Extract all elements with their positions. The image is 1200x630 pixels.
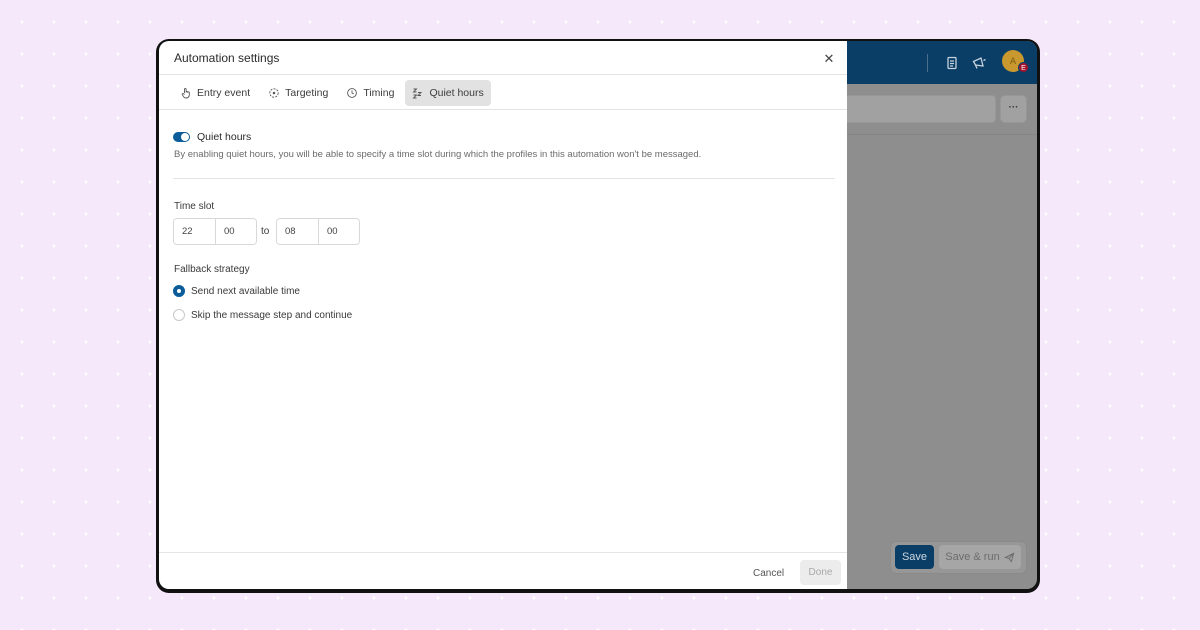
background-divider bbox=[845, 134, 1037, 135]
tab-quiet-hours[interactable]: Quiet hours bbox=[405, 80, 491, 106]
clock-icon bbox=[347, 88, 358, 98]
save-and-run-button[interactable]: Save & run bbox=[939, 545, 1021, 569]
tab-label: Quiet hours bbox=[429, 87, 484, 99]
close-icon[interactable]: ✕ bbox=[821, 52, 837, 68]
tab-entry-event[interactable]: Entry event bbox=[173, 80, 257, 106]
radio-button[interactable] bbox=[173, 309, 185, 321]
avatar-badge: E bbox=[1018, 62, 1029, 73]
zzz-icon bbox=[412, 88, 423, 99]
radio-label: Skip the message step and continue bbox=[191, 309, 353, 321]
automation-settings-modal: Automation settings ✕ Entry event Target… bbox=[159, 41, 847, 589]
radio-button[interactable] bbox=[173, 285, 185, 297]
footer-divider bbox=[159, 552, 847, 553]
app-window: A E ··· Save Save & run Automation setti… bbox=[159, 41, 1037, 589]
tab-label: Targeting bbox=[285, 87, 329, 99]
document-icon[interactable] bbox=[943, 54, 961, 72]
end-time-group bbox=[276, 218, 360, 245]
save-button[interactable]: Save bbox=[895, 545, 934, 569]
fallback-option-skip[interactable]: Skip the message step and continue bbox=[173, 309, 352, 321]
tab-targeting[interactable]: Targeting bbox=[261, 80, 335, 106]
time-separator: to bbox=[261, 226, 270, 237]
cancel-button[interactable]: Cancel bbox=[747, 562, 790, 586]
megaphone-icon[interactable] bbox=[970, 54, 988, 72]
quiet-hours-description: By enabling quiet hours, you will be abl… bbox=[174, 149, 702, 160]
hand-pointer-icon bbox=[181, 87, 190, 99]
modal-title: Automation settings bbox=[174, 51, 280, 65]
time-slot-label: Time slot bbox=[174, 201, 215, 212]
section-divider bbox=[173, 178, 835, 179]
quiet-hours-toggle[interactable] bbox=[173, 132, 190, 142]
crosshair-icon bbox=[269, 88, 279, 98]
radio-label: Send next available time bbox=[191, 285, 300, 297]
tab-label: Entry event bbox=[197, 87, 251, 99]
done-button[interactable]: Done bbox=[800, 560, 841, 585]
device-frame: A E ··· Save Save & run Automation setti… bbox=[156, 39, 1040, 593]
tabs-divider bbox=[159, 109, 847, 110]
start-hour-input[interactable] bbox=[174, 219, 215, 244]
more-options-button[interactable]: ··· bbox=[1000, 95, 1027, 123]
fallback-option-send-next[interactable]: Send next available time bbox=[173, 285, 300, 297]
quiet-hours-toggle-row: Quiet hours bbox=[173, 131, 251, 143]
header-separator bbox=[927, 54, 928, 72]
tab-timing[interactable]: Timing bbox=[339, 80, 401, 106]
end-hour-input[interactable] bbox=[277, 219, 318, 244]
end-minute-input[interactable] bbox=[318, 219, 359, 244]
fallback-strategy-label: Fallback strategy bbox=[174, 264, 250, 275]
start-time-group bbox=[173, 218, 257, 245]
start-minute-input[interactable] bbox=[215, 219, 256, 244]
settings-tabs: Entry event Targeting Timing Quiet hours bbox=[173, 80, 491, 106]
tab-label: Timing bbox=[363, 87, 395, 99]
send-icon bbox=[1003, 551, 1015, 563]
save-and-run-label: Save & run bbox=[945, 551, 1000, 563]
header-divider bbox=[159, 74, 847, 75]
quiet-hours-label: Quiet hours bbox=[197, 131, 252, 143]
